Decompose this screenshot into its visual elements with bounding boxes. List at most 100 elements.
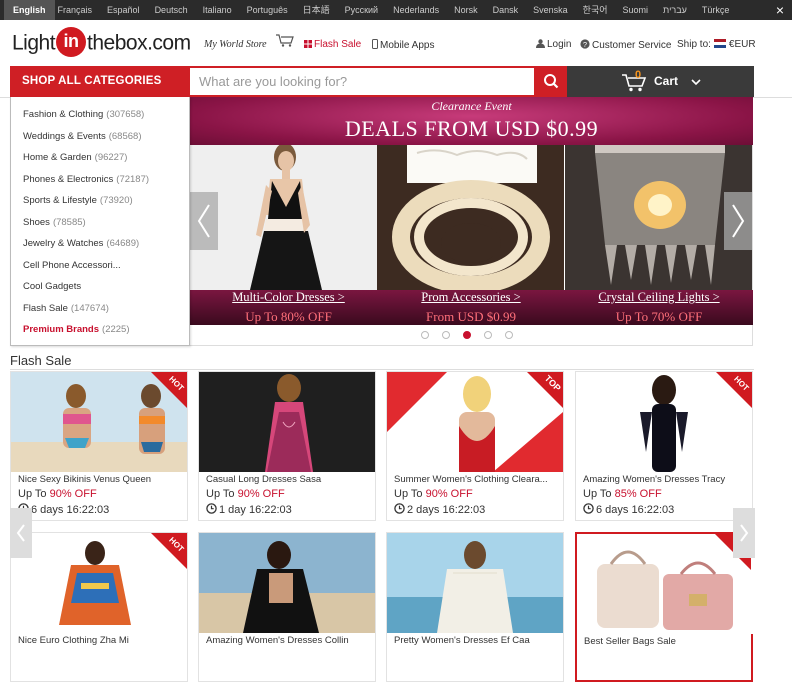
product-discount: Up To 85% OFF	[583, 488, 662, 500]
pagination-dot[interactable]	[484, 331, 492, 339]
product-discount: Up To 90% OFF	[394, 488, 473, 500]
product-card[interactable]: HOT Amazing Women's Dresses Tracy Up To 85…	[575, 371, 753, 521]
discount-prefix: Up To	[583, 488, 615, 500]
category-label: Weddings & Events	[23, 131, 106, 142]
product-image[interactable]	[387, 533, 563, 633]
lang-turkce[interactable]: Türkçe	[699, 0, 742, 20]
lang-korean[interactable]: 한국어	[580, 0, 620, 20]
my-world-store-link[interactable]: My World Store	[204, 39, 267, 50]
category-item[interactable]: Fashion & Clothing (307658)	[23, 109, 144, 120]
search-button[interactable]	[536, 66, 567, 97]
discount-value: 90% OFF	[237, 488, 285, 500]
category-item[interactable]: Sports & Lifestyle (73920)	[23, 195, 133, 206]
search-input[interactable]: What are you looking for?	[190, 66, 536, 97]
prom-accessories-link[interactable]: Prom Accessories >	[377, 290, 565, 305]
lang-russian[interactable]: Русский	[342, 0, 390, 20]
product-discount: Up To 90% OFF	[206, 488, 285, 500]
close-icon[interactable]: ×	[776, 2, 784, 18]
category-item[interactable]: Jewelry & Watches (64689)	[23, 238, 139, 249]
mobile-apps-link[interactable]: Mobile Apps	[372, 39, 434, 51]
flash-sale-next-button[interactable]	[733, 508, 755, 558]
chevron-right-icon	[740, 524, 749, 542]
category-count: (2225)	[102, 324, 130, 335]
shop-all-categories-button[interactable]: SHOP ALL CATEGORIES	[10, 66, 190, 97]
category-count: (96227)	[94, 152, 128, 163]
pagination-dot[interactable]	[442, 331, 450, 339]
banner-panel-accessories[interactable]	[377, 145, 564, 290]
category-label: Fashion & Clothing	[23, 109, 104, 120]
lang-english[interactable]: English	[4, 0, 55, 20]
countdown: 1 day 16:22:03	[206, 503, 292, 516]
lang-italiano[interactable]: Italiano	[200, 0, 244, 20]
product-card[interactable]: HOT Nice Sexy Bikinis Venus Queen Up To 90…	[10, 371, 188, 521]
ceiling-lights-link[interactable]: Crystal Ceiling Lights >	[565, 290, 753, 305]
product-card[interactable]: Casual Long Dresses Sasa Up To 90% OFF 1 d…	[198, 371, 376, 521]
product-name[interactable]: Amazing Women's Dresses Collin	[206, 635, 371, 646]
cart-button[interactable]: 0 Cart	[567, 66, 754, 97]
ceiling-lights-offer: Up To 70% OFF	[615, 309, 703, 324]
product-image[interactable]	[199, 372, 375, 472]
category-item[interactable]: Premium Brands (2225)	[23, 324, 130, 335]
product-name[interactable]: Best Seller Bags Sale	[584, 636, 749, 647]
category-count: (68568)	[108, 131, 142, 142]
category-label: Cell Phone Accessori...	[23, 260, 121, 271]
ship-to-selector[interactable]: Ship to: €EUR	[677, 39, 756, 50]
help-icon: ?	[580, 39, 590, 49]
lang-deutsch[interactable]: Deutsch	[152, 0, 200, 20]
discount-value: 85% OFF	[614, 488, 662, 500]
banner-panel-dresses[interactable]	[190, 145, 377, 290]
category-item[interactable]: Home & Garden (96227)	[23, 152, 127, 163]
pagination-dot[interactable]	[421, 331, 429, 339]
flash-sale-prev-button[interactable]	[10, 508, 32, 558]
category-label: Sports & Lifestyle	[23, 195, 97, 206]
product-name[interactable]: Amazing Women's Dresses Tracy	[583, 474, 748, 485]
lang-espanol[interactable]: Español	[104, 0, 152, 20]
category-item[interactable]: Weddings & Events (68568)	[23, 131, 141, 142]
chevron-right-icon	[732, 204, 745, 238]
product-card[interactable]: Pretty Women's Dresses Ef Caa	[386, 532, 564, 682]
category-item[interactable]: Shoes (78585)	[23, 217, 86, 228]
banner-next-button[interactable]	[724, 192, 752, 250]
product-image[interactable]	[199, 533, 375, 633]
banner-prev-button[interactable]	[190, 192, 218, 250]
category-count: (307658)	[106, 109, 145, 120]
lang-svenska[interactable]: Svenska	[530, 0, 580, 20]
clock-icon	[206, 503, 217, 514]
product-name[interactable]: Nice Euro Clothing Zha Mi	[18, 635, 183, 646]
product-photo	[199, 533, 375, 633]
category-item[interactable]: Flash Sale (147674)	[23, 303, 109, 314]
cart-count: 0	[635, 69, 642, 81]
countdown: 2 days 16:22:03	[394, 503, 485, 516]
product-card[interactable]: TOPBest Seller Bags Sale	[575, 532, 753, 682]
product-card[interactable]: Amazing Women's Dresses Collin	[198, 532, 376, 682]
product-photo	[199, 372, 375, 472]
lang-suomi[interactable]: Suomi	[620, 0, 661, 20]
lang-hebrew[interactable]: עברית	[660, 0, 699, 20]
product-name[interactable]: Summer Women's Clothing Cleara...	[394, 474, 559, 485]
category-item[interactable]: Cool Gadgets	[23, 281, 84, 292]
customer-service-link[interactable]: ? Customer Service	[580, 39, 671, 51]
category-item[interactable]: Cell Phone Accessori...	[23, 260, 124, 271]
product-card[interactable]: TOP Summer Women's Clothing Cleara... Up T…	[386, 371, 564, 521]
product-name[interactable]: Nice Sexy Bikinis Venus Queen	[18, 474, 183, 485]
site-logo[interactable]: Light in thebox.com	[12, 27, 191, 57]
lang-norsk[interactable]: Norsk	[451, 0, 490, 20]
product-name[interactable]: Pretty Women's Dresses Ef Caa	[394, 635, 559, 646]
category-item[interactable]: Phones & Electronics (72187)	[23, 174, 149, 185]
lang-portugues[interactable]: Português	[244, 0, 300, 20]
lang-dansk[interactable]: Dansk	[490, 0, 531, 20]
flash-sale-link[interactable]: Flash Sale	[304, 39, 361, 50]
chevron-left-icon	[16, 524, 25, 542]
login-link[interactable]: Login	[536, 39, 571, 50]
dresses-link[interactable]: Multi-Color Dresses >	[190, 290, 387, 305]
product-name[interactable]: Casual Long Dresses Sasa	[206, 474, 371, 485]
cart-label: Cart	[654, 74, 679, 88]
hot-badge: HOT	[716, 372, 752, 408]
pagination-dot[interactable]	[463, 331, 471, 339]
lang-japanese[interactable]: 日本語	[300, 0, 342, 20]
lang-nederlands[interactable]: Nederlands	[390, 0, 451, 20]
lang-francais[interactable]: Français	[55, 0, 105, 20]
pagination-dot[interactable]	[505, 331, 513, 339]
product-card[interactable]: HOT Nice Euro Clothing Zha Mi	[10, 532, 188, 682]
cart-icon	[622, 74, 647, 92]
